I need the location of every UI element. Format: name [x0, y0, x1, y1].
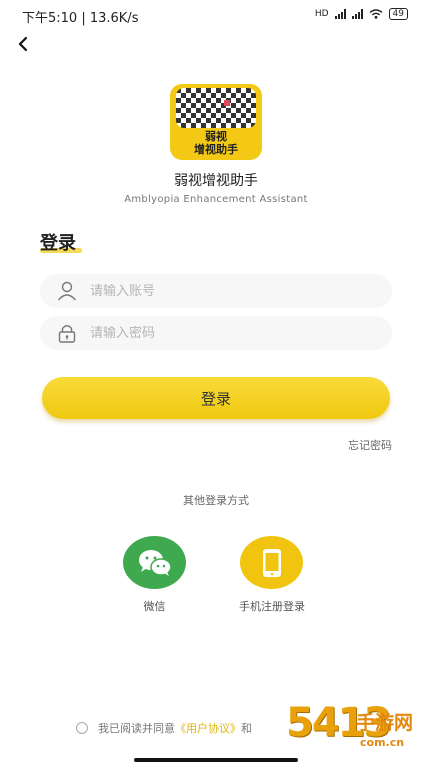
chevron-left-icon — [18, 36, 28, 52]
watermark-text: 手游网 — [356, 712, 414, 734]
wechat-label: 微信 — [143, 600, 166, 613]
battery-indicator: 49 — [388, 8, 408, 20]
login-button[interactable]: 登录 — [42, 377, 390, 419]
password-field[interactable] — [40, 316, 392, 350]
password-input[interactable] — [90, 325, 360, 341]
logo-text-line2: 增视助手 — [194, 143, 238, 156]
logo-text-line1: 弱视 — [205, 130, 227, 143]
phone-icon — [262, 548, 281, 577]
wechat-login-button[interactable] — [123, 536, 186, 589]
phone-label: 手机注册登录 — [239, 600, 305, 613]
user-agreement-link[interactable]: 《用户协议》 — [175, 720, 241, 736]
signal-icon — [334, 9, 346, 19]
network-type: HD — [314, 9, 329, 19]
user-icon — [57, 281, 77, 301]
back-button[interactable] — [12, 32, 36, 56]
app-subtitle: Amblyopia Enhancement Assistant — [124, 194, 308, 205]
lock-icon — [58, 325, 76, 343]
status-bar: 下午5:10 | 13.6K/s HD 49 — [0, 0, 432, 30]
agreement-and: 和 — [241, 722, 252, 735]
login-heading: 登录 — [40, 233, 76, 254]
checkerboard-icon — [176, 88, 256, 128]
home-indicator — [134, 758, 298, 762]
wechat-icon — [138, 549, 172, 576]
agreement-row: 我已阅读并同意 《用户协议》 和 — [76, 720, 252, 736]
forgot-password-link[interactable]: 忘记密码 — [348, 437, 392, 453]
app-logo: 弱视 增视助手 — [170, 84, 262, 160]
app-name: 弱视增视助手 — [174, 173, 258, 189]
agreement-checkbox[interactable] — [76, 722, 88, 734]
wifi-icon — [369, 9, 382, 19]
other-login-title: 其他登录方式 — [183, 494, 249, 507]
agreement-prefix: 我已阅读并同意 — [98, 722, 175, 735]
phone-login-button[interactable] — [240, 536, 303, 589]
status-time-speed: 下午5:10 | 13.6K/s — [22, 11, 139, 26]
account-field[interactable] — [40, 274, 392, 308]
signal-2-icon — [351, 9, 363, 19]
site-watermark: 5413 手游网 com.cn — [286, 700, 432, 764]
watermark-url: com.cn — [360, 736, 405, 749]
status-icons: HD 49 — [315, 8, 408, 20]
account-input[interactable] — [90, 283, 360, 299]
